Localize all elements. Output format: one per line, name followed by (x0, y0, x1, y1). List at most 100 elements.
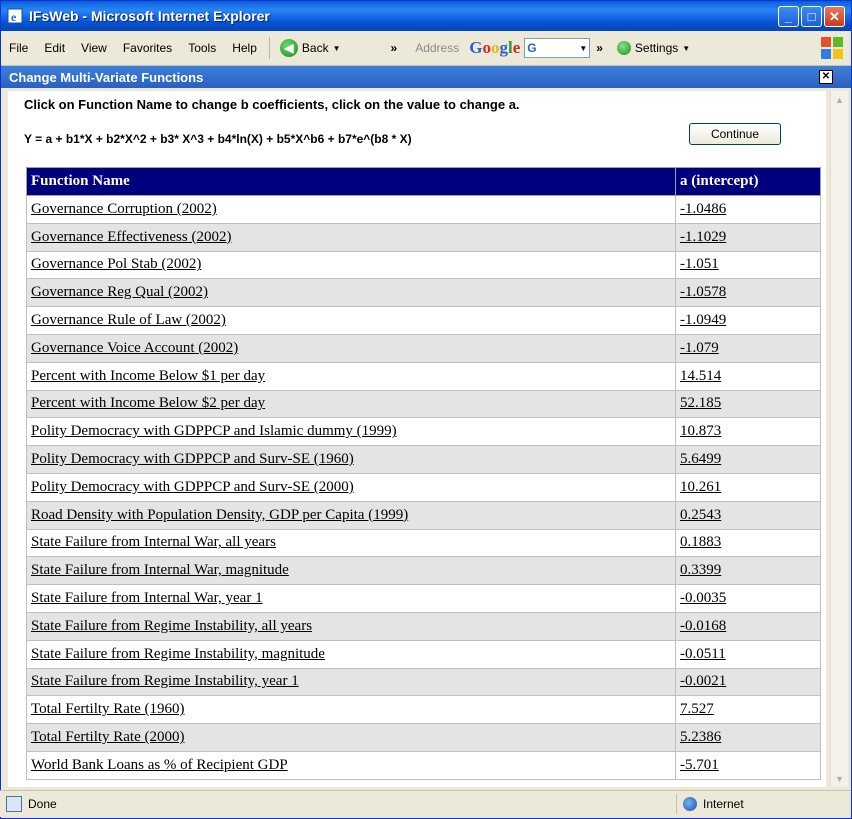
security-zone: Internet (676, 794, 744, 814)
intercept-value-link[interactable]: -1.0578 (680, 284, 726, 300)
function-name-cell: Percent with Income Below $1 per day (26, 361, 676, 391)
intercept-value-link[interactable]: -1.0949 (680, 312, 726, 328)
function-name-link[interactable]: State Failure from Internal War, magnitu… (31, 562, 289, 578)
function-name-cell: Governance Rule of Law (2002) (26, 306, 676, 335)
function-name-link[interactable]: State Failure from Regime Instability, m… (31, 646, 325, 662)
google-search-box[interactable]: G ▼ (524, 38, 591, 58)
function-name-cell: State Failure from Internal War, magnitu… (26, 556, 676, 586)
intercept-cell: -1.0486 (675, 195, 821, 224)
function-name-cell: State Failure from Regime Instability, a… (26, 611, 676, 641)
intercept-value-link[interactable]: 5.2386 (680, 729, 721, 745)
function-name-cell: Road Density with Population Density, GD… (26, 500, 676, 530)
function-name-link[interactable]: Governance Voice Account (2002) (31, 340, 238, 356)
function-name-link[interactable]: Road Density with Population Density, GD… (31, 507, 408, 523)
minimize-button[interactable]: _ (778, 6, 799, 27)
function-name-link[interactable]: State Failure from Regime Instability, a… (31, 618, 312, 634)
function-name-link[interactable]: Governance Corruption (2002) (31, 201, 217, 217)
intercept-value-link[interactable]: 0.2543 (680, 507, 721, 523)
intercept-value-link[interactable]: 10.261 (680, 479, 721, 495)
table-row: Total Fertilty Rate (1960) 7.527 (26, 695, 821, 725)
menu-tools[interactable]: Tools (180, 41, 224, 55)
function-name-link[interactable]: Governance Pol Stab (2002) (31, 256, 201, 272)
menu-view[interactable]: View (73, 41, 115, 55)
page-content: Click on Function Name to change b coeff… (8, 91, 826, 787)
intercept-value-link[interactable]: 0.3399 (680, 562, 721, 578)
table-row: Governance Effectiveness (2002) -1.1029 (26, 222, 821, 252)
panel-header: Change Multi-Variate Functions ✕ (1, 66, 851, 88)
title-bar[interactable]: e IFsWeb - Microsoft Internet Explorer _… (1, 1, 851, 31)
function-name-link[interactable]: State Failure from Regime Instability, y… (31, 673, 299, 689)
scroll-up-icon[interactable]: ▲ (831, 91, 848, 108)
intercept-value-link[interactable]: -0.0035 (680, 590, 726, 606)
function-name-link[interactable]: Polity Democracy with GDPPCP and Islamic… (31, 423, 397, 439)
menu-favorites[interactable]: Favorites (115, 41, 180, 55)
table-row: Governance Pol Stab (2002) -1.051 (26, 250, 821, 280)
formula-text: Y = a + b1*X + b2*X^2 + b3* X^3 + b4*ln(… (24, 132, 412, 146)
function-name-link[interactable]: State Failure from Internal War, all yea… (31, 534, 276, 550)
function-name-cell: State Failure from Internal War, year 1 (26, 584, 676, 613)
vertical-scrollbar[interactable]: ▲ ▼ (830, 91, 848, 787)
intercept-cell: 0.2543 (675, 500, 821, 530)
menu-file[interactable]: File (1, 41, 36, 55)
function-name-cell: Governance Effectiveness (2002) (26, 222, 676, 252)
table-row: State Failure from Regime Instability, m… (26, 639, 821, 669)
table-row: Governance Rule of Law (2002) -1.0949 (26, 306, 821, 335)
function-name-cell: Polity Democracy with GDPPCP and Surv-SE… (26, 445, 676, 474)
function-name-cell: Total Fertilty Rate (2000) (26, 723, 676, 752)
toolbar-overflow-icon[interactable]: » (596, 41, 603, 55)
column-header-intercept: a (intercept) (675, 167, 821, 196)
intercept-value-link[interactable]: -1.079 (680, 340, 719, 356)
function-name-link[interactable]: Total Fertilty Rate (2000) (31, 729, 185, 745)
function-name-link[interactable]: Percent with Income Below $2 per day (31, 395, 265, 411)
table-body: Governance Corruption (2002) -1.0486 Gover… (26, 195, 821, 780)
intercept-value-link[interactable]: -1.1029 (680, 229, 726, 245)
intercept-value-link[interactable]: 0.1883 (680, 534, 721, 550)
settings-button[interactable]: Settings ▼ (616, 41, 690, 55)
intercept-value-link[interactable]: -1.051 (680, 256, 719, 272)
maximize-button[interactable]: □ (801, 6, 822, 27)
back-button[interactable]: ◀ Back ▼ (279, 39, 341, 57)
intercept-cell: -1.079 (675, 333, 821, 363)
table-row: Governance Voice Account (2002) -1.079 (26, 333, 821, 363)
intercept-value-link[interactable]: -0.0511 (680, 646, 726, 662)
intercept-value-link[interactable]: -1.0486 (680, 201, 726, 217)
function-name-cell: Governance Corruption (2002) (26, 195, 676, 224)
panel-close-icon[interactable]: ✕ (819, 70, 833, 84)
intercept-cell: 52.185 (675, 389, 821, 419)
svg-text:e: e (11, 10, 17, 24)
toolbar-separator (268, 37, 270, 59)
chevron-down-icon[interactable]: ▼ (579, 44, 587, 53)
function-name-link[interactable]: Percent with Income Below $1 per day (31, 368, 265, 384)
function-name-cell: State Failure from Regime Instability, y… (26, 667, 676, 697)
table-row: State Failure from Regime Instability, a… (26, 611, 821, 641)
close-button[interactable]: ✕ (824, 6, 845, 27)
function-name-link[interactable]: World Bank Loans as % of Recipient GDP (31, 757, 288, 773)
toolbar-overflow-icon[interactable]: » (391, 41, 398, 55)
intercept-value-link[interactable]: -0.0168 (680, 618, 726, 634)
panel-title: Change Multi-Variate Functions (9, 69, 204, 85)
function-name-link[interactable]: Polity Democracy with GDPPCP and Surv-SE… (31, 479, 354, 495)
intercept-value-link[interactable]: -5.701 (680, 757, 719, 773)
back-arrow-icon: ◀ (279, 39, 298, 57)
function-name-link[interactable]: Governance Effectiveness (2002) (31, 229, 231, 245)
intercept-value-link[interactable]: 10.873 (680, 423, 721, 439)
intercept-value-link[interactable]: 7.527 (680, 701, 714, 717)
function-name-link[interactable]: Polity Democracy with GDPPCP and Surv-SE… (31, 451, 354, 467)
intercept-value-link[interactable]: 5.6499 (680, 451, 721, 467)
function-name-link[interactable]: State Failure from Internal War, year 1 (31, 590, 263, 606)
menu-edit[interactable]: Edit (36, 41, 73, 55)
function-name-link[interactable]: Governance Reg Qual (2002) (31, 284, 208, 300)
intercept-value-link[interactable]: 52.185 (680, 395, 721, 411)
scroll-down-icon[interactable]: ▼ (831, 770, 848, 787)
address-label[interactable]: Address (415, 41, 459, 55)
page-status-icon (6, 796, 22, 812)
menu-help[interactable]: Help (224, 41, 265, 55)
intercept-value-link[interactable]: -0.0021 (680, 673, 726, 689)
continue-button[interactable]: Continue (689, 123, 781, 145)
intercept-cell: -1.0578 (675, 278, 821, 308)
chevron-down-icon[interactable]: ▼ (333, 44, 341, 53)
function-name-link[interactable]: Governance Rule of Law (2002) (31, 312, 226, 328)
intercept-value-link[interactable]: 14.514 (680, 368, 721, 384)
function-name-link[interactable]: Total Fertilty Rate (1960) (31, 701, 185, 717)
table-row: Polity Democracy with GDPPCP and Surv-SE… (26, 472, 821, 502)
